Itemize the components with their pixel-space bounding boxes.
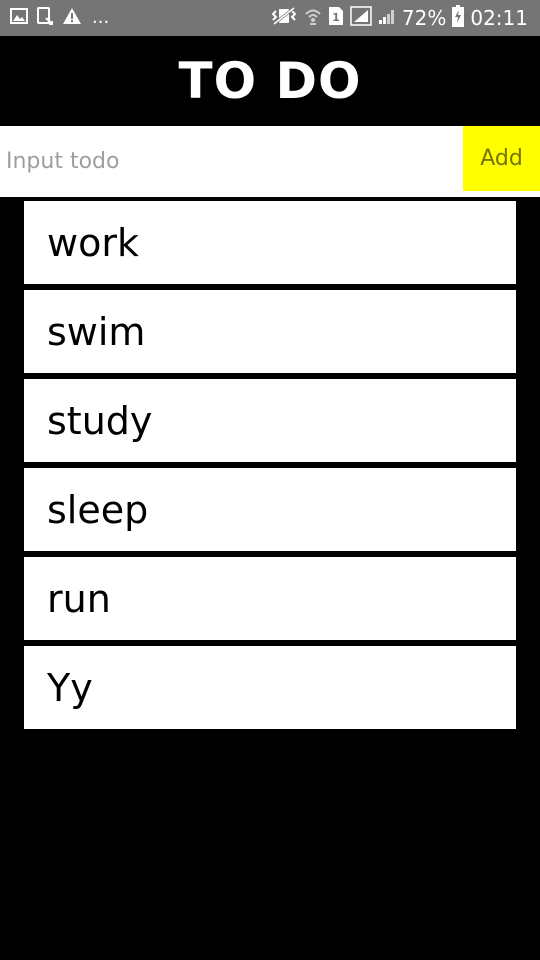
tablet-icon bbox=[36, 7, 54, 29]
todo-item-label: run bbox=[47, 576, 111, 621]
todo-item-label: swim bbox=[47, 309, 146, 354]
todo-item-label: study bbox=[47, 398, 153, 443]
todo-item[interactable]: swim bbox=[24, 290, 516, 373]
todo-input[interactable] bbox=[0, 126, 463, 197]
todo-item[interactable]: sleep bbox=[24, 468, 516, 551]
battery-percent: 72% bbox=[401, 6, 447, 30]
todo-item-label: work bbox=[47, 220, 139, 265]
todo-item[interactable]: work bbox=[24, 201, 516, 284]
status-bar: ... 1 72% 02:11 bbox=[0, 0, 540, 36]
battery-charging-icon bbox=[452, 5, 465, 31]
app-screen: ... 1 72% 02:11 TO DO Input todo Add wor… bbox=[0, 0, 540, 960]
todo-item[interactable]: run bbox=[24, 557, 516, 640]
wifi-icon bbox=[304, 6, 322, 30]
todo-item-label: sleep bbox=[47, 487, 149, 532]
todo-item[interactable]: study bbox=[24, 379, 516, 462]
warning-icon bbox=[62, 7, 82, 29]
todo-list: work swim study sleep run Yy bbox=[24, 201, 516, 735]
todo-item[interactable]: Yy bbox=[24, 646, 516, 729]
add-button[interactable]: Add bbox=[463, 126, 540, 191]
todo-input-row: Add bbox=[0, 126, 540, 197]
sim-slot-label: 1 bbox=[332, 11, 340, 24]
page-title: TO DO bbox=[178, 52, 362, 110]
status-bar-left: ... bbox=[10, 0, 109, 36]
status-bar-right: 1 72% 02:11 bbox=[270, 0, 528, 36]
sim-icon: 1 bbox=[328, 6, 344, 30]
image-icon bbox=[10, 8, 28, 28]
app-header: TO DO bbox=[0, 36, 540, 126]
overflow-indicator: ... bbox=[92, 7, 110, 28]
clock: 02:11 bbox=[470, 6, 528, 30]
vibrate-icon bbox=[270, 6, 298, 30]
signal-strength-icon bbox=[378, 7, 396, 29]
todo-item-label: Yy bbox=[47, 665, 93, 710]
signal-icon bbox=[350, 6, 372, 30]
